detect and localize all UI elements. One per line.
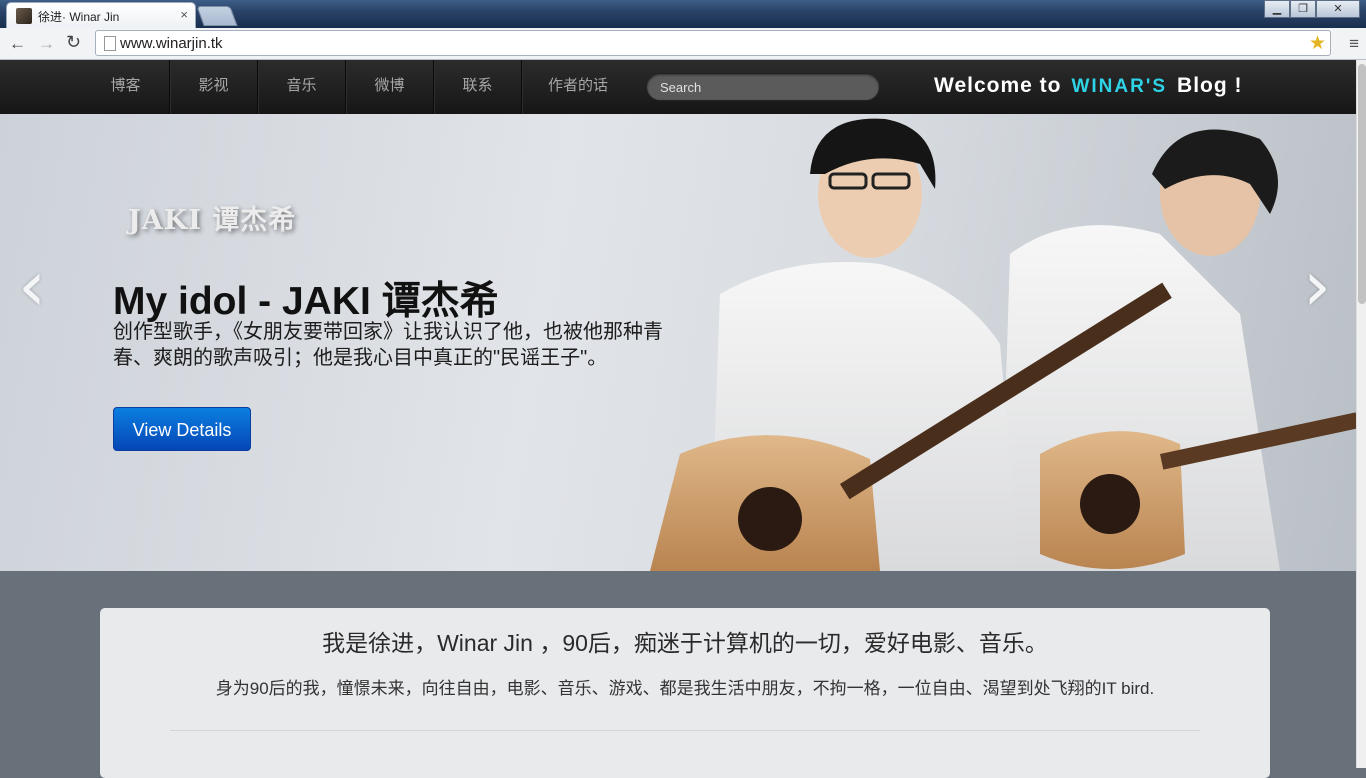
site-navbar: 博客 影视 音乐 微博 联系 作者的话 Welcome to WINAR'S Blo… — [0, 60, 1356, 114]
carousel-next-icon[interactable]: › — [1303, 246, 1331, 326]
hero-photo — [650, 118, 1356, 571]
nav-item-music[interactable]: 音乐 — [258, 60, 346, 114]
page-icon — [104, 36, 116, 51]
hero-title: My idol - JAKI 谭杰希 — [113, 280, 499, 323]
divider — [170, 730, 1200, 731]
intro-heading: 我是徐进，Winar Jin ，90后，痴迷于计算机的一切，爱好电影、音乐。 — [322, 630, 1048, 656]
tab-title: 徐进· Winar Jin — [38, 10, 120, 24]
favicon-icon — [16, 8, 32, 24]
window-controls: ▁ ❐ ✕ — [1264, 0, 1360, 18]
address-bar[interactable]: www.winarjin.tk ★ — [95, 30, 1331, 56]
jaki-logo: JAKI 谭杰希 — [128, 205, 297, 236]
welcome-banner: Welcome to WINAR'S Blog ! — [934, 74, 1243, 98]
browser-toolbar: ← → ↻ www.winarjin.tk ★ ≡ — [0, 28, 1366, 60]
page-scrollbar[interactable] — [1356, 60, 1366, 768]
forward-arrow-icon[interactable]: → — [38, 34, 55, 54]
carousel-prev-icon[interactable]: ‹ — [18, 246, 46, 326]
welcome-suffix: Blog ! — [1177, 74, 1243, 97]
nav-item-weibo[interactable]: 微博 — [346, 60, 434, 114]
url-text[interactable]: www.winarjin.tk — [120, 35, 223, 52]
maximize-button[interactable]: ❐ — [1290, 0, 1316, 18]
hero-description: 创作型歌手，《女朋友要带回家》让我认识了他，也被他那种青春、爽朗的歌声吸引；他是… — [113, 321, 663, 369]
brand-name: WINAR'S — [1071, 76, 1168, 97]
tab-close-icon[interactable]: × — [180, 7, 188, 22]
intro-card: 我是徐进，Winar Jin ，90后，痴迷于计算机的一切，爱好电影、音乐。 身… — [100, 608, 1270, 778]
scrollbar-thumb[interactable] — [1358, 64, 1366, 304]
reload-icon[interactable]: ↻ — [66, 32, 81, 53]
search-input[interactable] — [646, 73, 880, 101]
nav-item-movies[interactable]: 影视 — [170, 60, 258, 114]
browser-menu-icon[interactable]: ≡ — [1349, 34, 1359, 54]
bookmark-star-icon[interactable]: ★ — [1309, 32, 1326, 55]
new-tab-button[interactable] — [196, 6, 238, 26]
welcome-prefix: Welcome to — [934, 74, 1062, 97]
browser-tab[interactable]: 徐进· Winar Jin × — [6, 2, 196, 28]
window-titlebar: 徐进· Winar Jin × ▁ ❐ ✕ — [0, 0, 1366, 28]
back-arrow-icon[interactable]: ← — [9, 34, 26, 54]
nav-item-contact[interactable]: 联系 — [434, 60, 522, 114]
nav-item-blog[interactable]: 博客 — [82, 60, 170, 114]
close-window-button[interactable]: ✕ — [1316, 0, 1360, 18]
hero-carousel: JAKI 谭杰希 My idol - JAKI 谭杰希 创作型歌手，《女朋友要带… — [0, 114, 1356, 571]
intro-subtext: 身为90后的我，憧憬未来，向往自由，电影、音乐、游戏、都是我生活中朋友，不拘一格… — [215, 679, 1155, 698]
nav-menu: 博客 影视 音乐 微博 联系 作者的话 — [82, 60, 634, 114]
minimize-button[interactable]: ▁ — [1264, 0, 1290, 18]
view-details-button[interactable]: View Details — [113, 407, 251, 451]
nav-item-author-words[interactable]: 作者的话 — [522, 60, 634, 114]
